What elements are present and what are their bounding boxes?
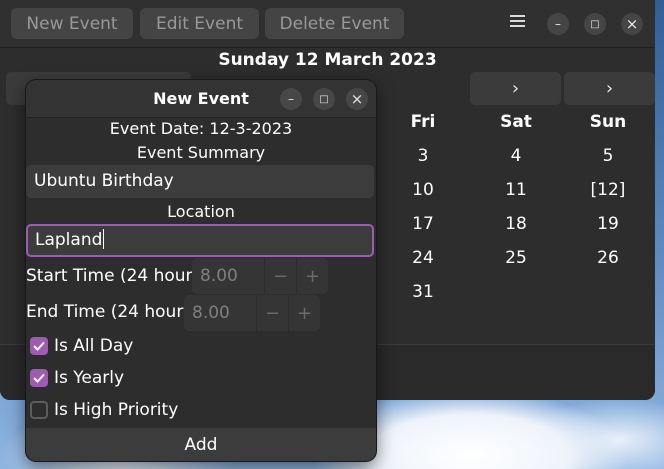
yearly-row[interactable]: Is Yearly	[30, 368, 124, 388]
yearly-label: Is Yearly	[54, 368, 125, 388]
close-icon[interactable]: ×	[621, 13, 643, 35]
day-cell[interactable]: 4	[486, 146, 546, 166]
end-time-label: End Time (24 hour)	[26, 302, 190, 322]
yearly-checkbox[interactable]	[30, 369, 48, 387]
start-time-decrement-button[interactable]: −	[264, 258, 296, 294]
delete-event-button[interactable]: Delete Event	[265, 8, 404, 39]
maximize-icon[interactable]: □	[584, 13, 606, 35]
day-header-fri: Fri	[410, 112, 436, 132]
location-label: Location	[167, 202, 235, 221]
start-time-spinner[interactable]: 8.00 − +	[192, 258, 328, 294]
checkmark-icon	[33, 373, 45, 383]
end-time-increment-button[interactable]: +	[288, 295, 320, 331]
minimize-icon[interactable]: –	[547, 13, 569, 35]
chevron-right-icon: ›	[605, 78, 614, 99]
day-cell[interactable]: 24	[393, 248, 453, 268]
end-time-decrement-button[interactable]: −	[256, 295, 288, 331]
day-cell[interactable]: 17	[393, 214, 453, 234]
next-month-button[interactable]: ›	[470, 72, 561, 105]
maximize-icon[interactable]: □	[313, 88, 335, 110]
end-time-spinner[interactable]: 8.00 − +	[184, 295, 320, 331]
day-cell[interactable]: 11	[486, 180, 546, 200]
day-cell[interactable]: 10	[393, 180, 453, 200]
chevron-right-icon: ›	[511, 78, 520, 99]
day-header-sat: Sat	[500, 112, 532, 132]
close-icon[interactable]: ×	[346, 88, 368, 110]
all-day-row[interactable]: Is All Day	[30, 336, 133, 356]
hamburger-menu-icon[interactable]	[510, 15, 525, 29]
day-cell[interactable]: 19	[578, 214, 638, 234]
day-cell[interactable]: 18	[486, 214, 546, 234]
event-summary-value: Ubuntu Birthday	[34, 171, 174, 191]
event-summary-label: Event Summary	[136, 143, 266, 162]
end-time-value[interactable]: 8.00	[184, 303, 256, 323]
next-year-button[interactable]: ›	[564, 72, 655, 105]
event-date-label: Event Date: 12-3-2023	[109, 119, 293, 138]
start-time-label: Start Time (24 hour)	[26, 266, 200, 286]
high-priority-checkbox[interactable]	[30, 401, 48, 419]
edit-event-button[interactable]: Edit Event	[140, 8, 259, 39]
new-event-dialog: New Event – □ × Event Date: 12-3-2023 Ev…	[26, 80, 376, 461]
add-button[interactable]: Add	[26, 428, 376, 461]
start-time-value[interactable]: 8.00	[192, 266, 264, 286]
day-cell-selected[interactable]: [12]	[578, 180, 638, 200]
day-cell[interactable]: 3	[393, 146, 453, 166]
all-day-checkbox[interactable]	[30, 337, 48, 355]
minimize-icon[interactable]: –	[280, 88, 302, 110]
selected-date-title: Sunday 12 March 2023	[218, 50, 437, 70]
all-day-label: Is All Day	[54, 336, 134, 356]
text-caret	[103, 229, 105, 249]
high-priority-row[interactable]: Is High Priority	[30, 400, 178, 420]
header-bar: New Event Edit Event Delete Event – □ ×	[0, 0, 655, 48]
event-summary-input[interactable]: Ubuntu Birthday	[26, 165, 374, 198]
new-event-button[interactable]: New Event	[11, 8, 133, 39]
day-cell[interactable]: 5	[578, 146, 638, 166]
day-cell[interactable]: 25	[486, 248, 546, 268]
dialog-header: New Event – □ ×	[26, 80, 376, 118]
checkmark-icon	[33, 341, 45, 351]
location-value: Lapland	[35, 230, 103, 250]
high-priority-label: Is High Priority	[54, 400, 179, 420]
day-header-sun: Sun	[589, 112, 627, 132]
location-input[interactable]: Lapland	[26, 224, 374, 257]
day-cell[interactable]: 26	[578, 248, 638, 268]
start-time-increment-button[interactable]: +	[296, 258, 328, 294]
day-cell[interactable]: 31	[393, 282, 453, 302]
